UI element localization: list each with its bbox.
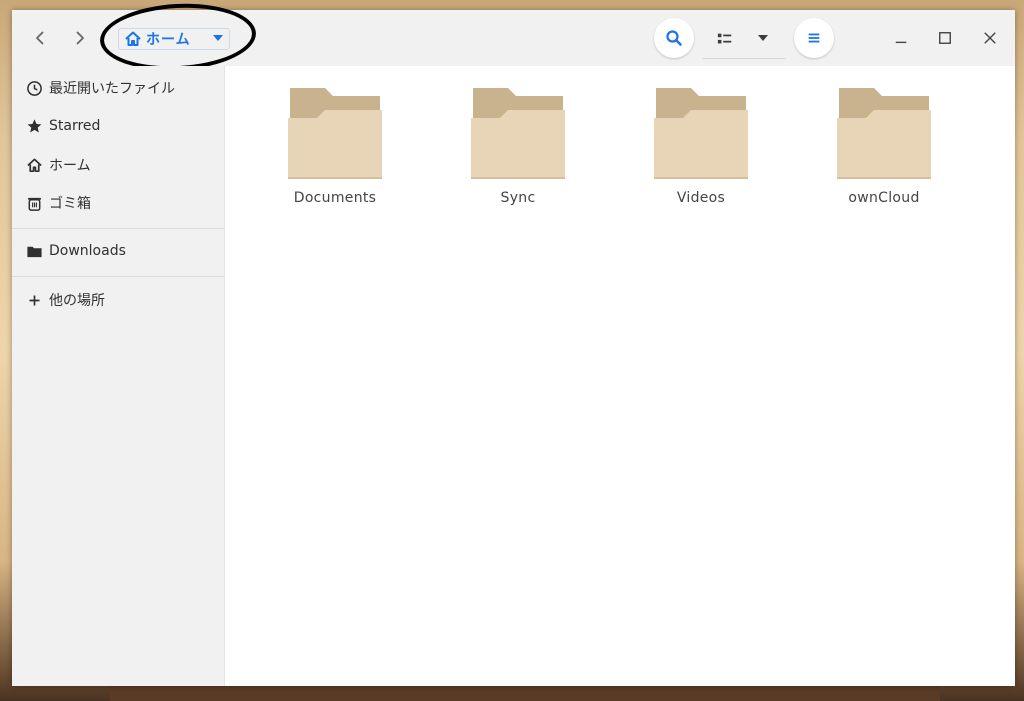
sidebar-divider [12, 228, 224, 229]
minimize-icon [895, 41, 907, 44]
desktop-background [110, 686, 940, 701]
maximize-icon [939, 32, 951, 44]
back-button[interactable] [26, 24, 54, 52]
search-icon [666, 30, 682, 46]
folder-icon [25, 242, 43, 260]
chevron-left-icon [36, 31, 44, 45]
folder-item-videos[interactable]: Videos [636, 88, 766, 218]
header-bar: ホーム [12, 0, 1015, 75]
chevron-right-icon [76, 31, 84, 45]
home-icon [124, 30, 142, 48]
sidebar-item-label: ホーム [49, 158, 91, 174]
close-icon [984, 32, 996, 44]
sidebar-item-other-locations[interactable]: 他の場所 [12, 283, 224, 317]
sidebar-item-label: ゴミ箱 [49, 196, 91, 212]
folder-item-owncloud[interactable]: ownCloud [819, 88, 949, 218]
caret-down-icon[interactable] [213, 35, 223, 41]
forward-button[interactable] [66, 24, 94, 52]
main-menu-button[interactable] [794, 18, 834, 58]
plus-icon [25, 291, 43, 309]
close-button[interactable] [978, 26, 1002, 50]
search-button[interactable] [654, 18, 694, 58]
sidebar-item-label: Downloads [49, 243, 126, 259]
sidebar-item-trash[interactable]: ゴミ箱 [12, 186, 224, 220]
sidebar-divider [12, 276, 224, 277]
star-icon [25, 117, 43, 135]
sidebar-item-downloads[interactable]: Downloads [12, 234, 224, 268]
sidebar-item-recent[interactable]: 最近開いたファイル [12, 71, 224, 105]
file-view: Documents Sync Videos ownCloud [225, 66, 1015, 686]
file-manager-window: ホーム 最近開いたファイル Starred ホーム ゴミ箱 Downloads … [12, 0, 1015, 686]
minimize-button[interactable] [889, 26, 913, 50]
sidebar-item-home[interactable]: ホーム [12, 148, 224, 182]
folder-item-sync[interactable]: Sync [453, 88, 583, 218]
clock-icon [25, 79, 43, 97]
folder-icon [653, 88, 749, 180]
folder-icon [287, 88, 383, 180]
file-name: Sync [500, 190, 536, 206]
hamburger-menu-icon [808, 33, 820, 43]
sidebar-item-label: Starred [49, 118, 101, 134]
sidebar: 最近開いたファイル Starred ホーム ゴミ箱 Downloads 他の場所 [12, 66, 225, 686]
sidebar-item-starred[interactable]: Starred [12, 109, 224, 143]
list-view-icon[interactable] [716, 30, 734, 48]
sidebar-item-label: 最近開いたファイル [49, 81, 175, 97]
folder-icon [836, 88, 932, 180]
caret-down-icon[interactable] [758, 35, 768, 41]
location-label: ホーム [146, 32, 191, 48]
file-name: Videos [676, 190, 726, 206]
trash-icon [25, 194, 43, 212]
file-name: ownCloud [848, 190, 920, 206]
location-breadcrumb-home[interactable]: ホーム [118, 28, 230, 50]
folder-icon [470, 88, 566, 180]
folder-item-documents[interactable]: Documents [270, 88, 400, 218]
maximize-button[interactable] [933, 26, 957, 50]
view-switcher [702, 20, 786, 59]
sidebar-item-label: 他の場所 [49, 293, 105, 309]
home-icon [25, 156, 43, 174]
file-name: Documents [293, 190, 377, 206]
